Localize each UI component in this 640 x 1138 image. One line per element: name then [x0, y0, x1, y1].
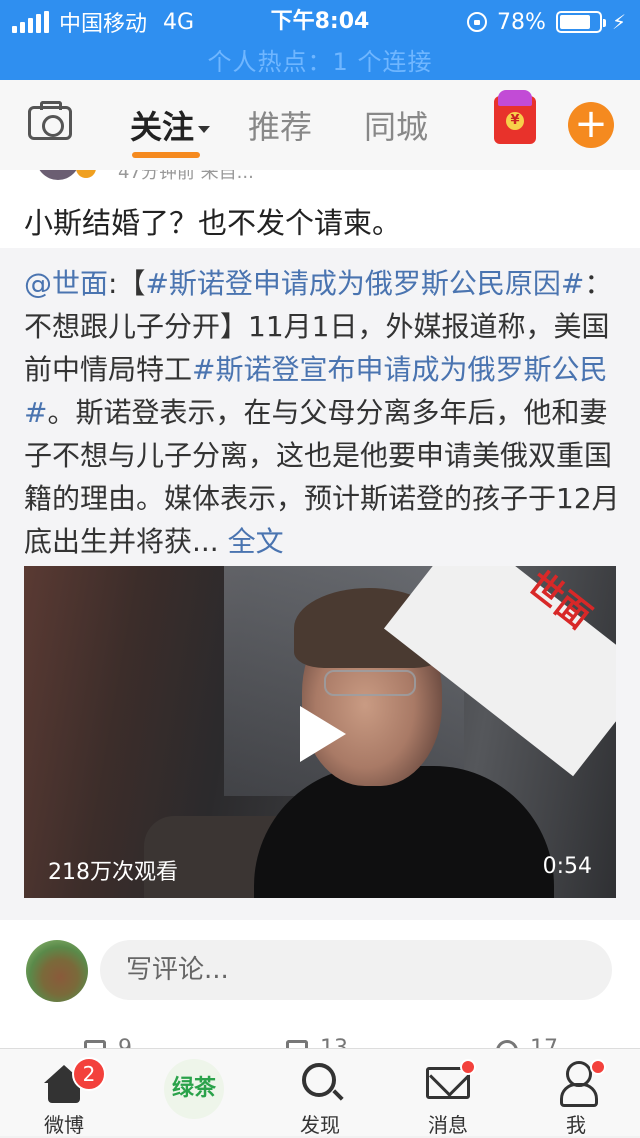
hotspot-banner[interactable]: 个人热点：1 个连接 [0, 42, 640, 77]
active-tab-indicator [132, 152, 200, 158]
top-nav: 关注 推荐 同城 [0, 80, 640, 170]
like-count: 17 [530, 1036, 558, 1048]
video-player[interactable]: 世面 218万次观看 0:54 [24, 566, 616, 898]
orientation-lock-icon [467, 12, 488, 32]
repost-count: 9 [118, 1036, 132, 1048]
post-text: 小斯结婚了？也不发个请柬。 [24, 206, 402, 240]
tabbar-item-me[interactable]: 我 [512, 1049, 640, 1137]
post-meta: 47分钟前 来自... [118, 170, 254, 180]
status-bar: 中国移动 4G 下午8:04 78% ⚡ 个人热点：1 个连接 [0, 0, 640, 80]
green-tea-icon: 绿茶 [164, 1059, 224, 1119]
repost-author-link[interactable]: @世面 [24, 267, 108, 300]
action-row: 9 13 17 [0, 1024, 640, 1048]
battery-percent: 78% [497, 9, 546, 35]
battery-icon [555, 11, 606, 33]
video-duration: 0:54 [542, 854, 592, 879]
author-avatar[interactable] [36, 170, 80, 180]
comment-count: 13 [320, 1036, 348, 1048]
comment-icon[interactable] [286, 1040, 308, 1048]
my-avatar[interactable] [26, 940, 88, 1002]
video-view-count: 218万次观看 [48, 860, 178, 885]
tabbar-item-messages[interactable]: 消息 [384, 1049, 512, 1137]
verified-badge-icon [76, 170, 96, 178]
camera-icon[interactable] [28, 101, 72, 140]
red-packet-icon[interactable] [494, 90, 536, 144]
full-text-link[interactable]: 全文 [228, 525, 284, 558]
play-icon[interactable] [300, 706, 346, 762]
unread-dot [590, 1059, 606, 1075]
repost-text: @世面:【#斯诺登申请成为俄罗斯公民原因#：不想跟儿子分开】11月1日，外媒报道… [24, 267, 620, 558]
search-icon [302, 1063, 336, 1097]
caret-down-icon [198, 125, 211, 133]
bottom-tab-bar: 2 微博 绿茶 发现 消息 我 [0, 1048, 640, 1137]
like-icon[interactable] [496, 1040, 518, 1048]
notification-badge: 2 [72, 1057, 106, 1091]
post-header-clipped: 47分钟前 来自... [0, 170, 640, 180]
hashtag-link[interactable]: #斯诺登申请成为俄罗斯公民原因# [145, 267, 584, 300]
repost-icon[interactable] [84, 1040, 106, 1048]
compose-button[interactable]: + [568, 102, 614, 148]
charging-icon: ⚡ [611, 10, 626, 34]
tab-local[interactable]: 同城 [364, 102, 428, 148]
user-icon [560, 1061, 598, 1107]
tabbar-item-green-tea[interactable]: 绿茶 [128, 1049, 256, 1137]
tabbar-item-discover[interactable]: 发现 [256, 1049, 384, 1137]
unread-dot [460, 1059, 476, 1075]
comment-input[interactable]: 写评论... [100, 940, 612, 1000]
tab-recommended[interactable]: 推荐 [248, 102, 312, 148]
tab-following[interactable]: 关注 [130, 102, 211, 148]
tabbar-item-weibo[interactable]: 2 微博 [0, 1049, 128, 1137]
